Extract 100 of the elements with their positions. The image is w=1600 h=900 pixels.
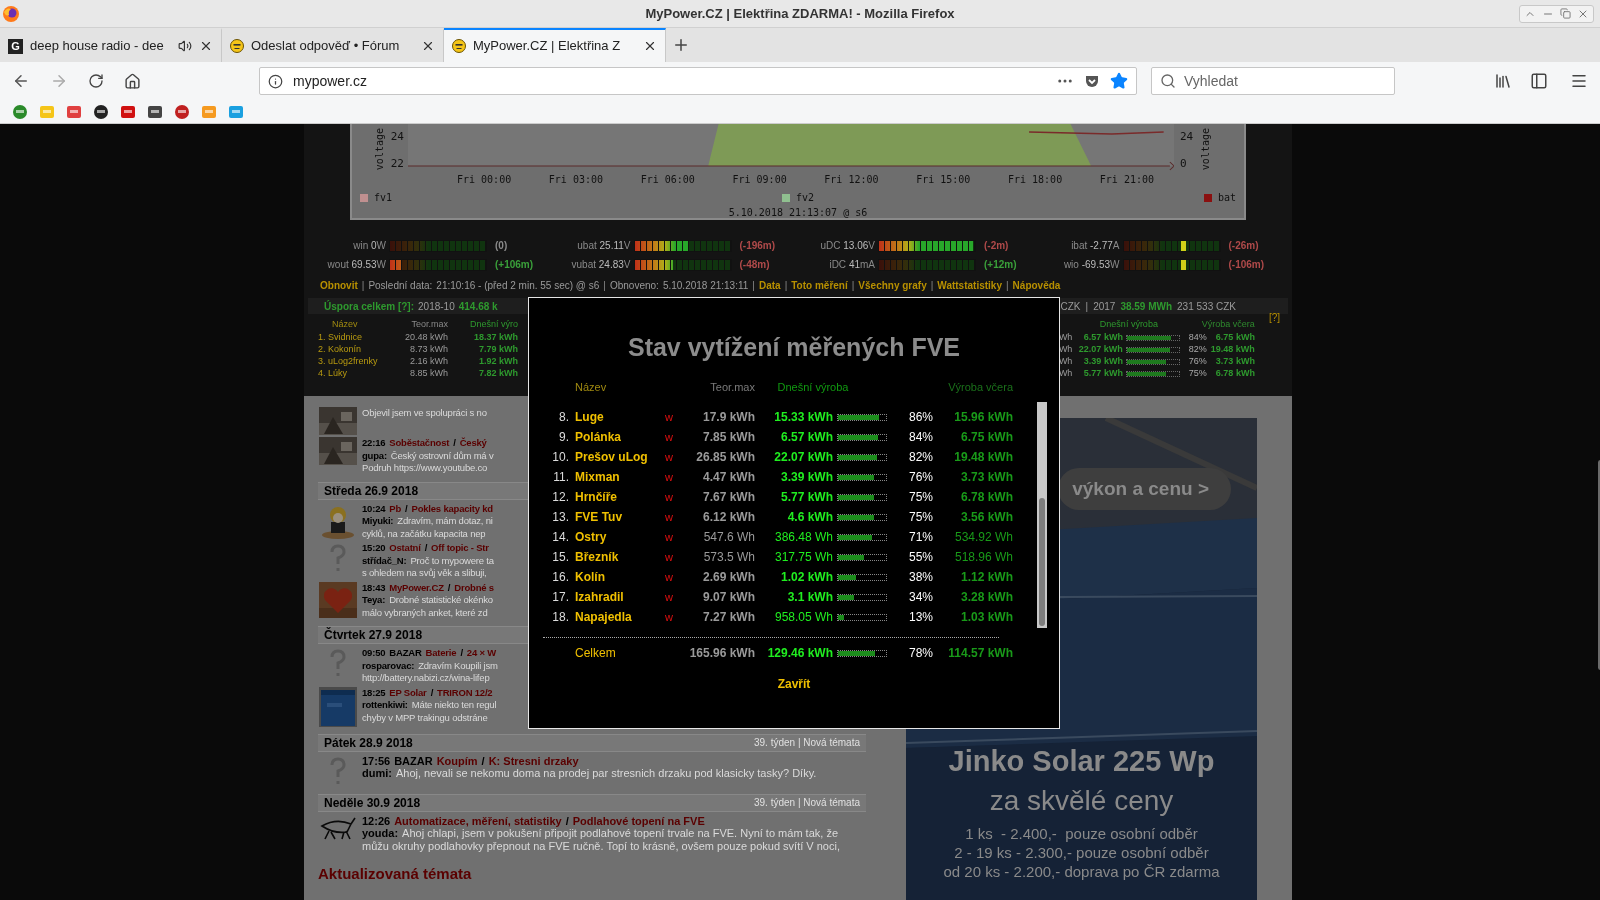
link-separator: / [424,542,428,555]
plant-name[interactable]: Prešov uLog [575,448,665,466]
ad-title: Jinko Solar 225 Wp [948,744,1215,779]
table-cell-text: 78% [907,645,933,662]
firefox-logo-icon [2,4,20,23]
bookmark-star-icon[interactable] [1110,72,1128,90]
column-header: Dnešní výro [468,318,518,331]
meter-delta: (-106m) [1228,258,1265,272]
table-cell-text: 55% [907,549,933,566]
table-cell-text: 6.78 kWh [959,489,1013,506]
plant-name[interactable]: Březník [575,548,665,566]
search-input[interactable]: Vyhledat [1184,70,1386,92]
plant-name[interactable]: Polánka [575,428,665,446]
post-excerpt: Zdravím, mám dotaz, ni [397,515,493,528]
page-link[interactable]: Nápověda [1012,278,1061,293]
table-cell-text: 547.6 Wh [702,529,755,546]
table-cell-text: 1.03 kWh [959,609,1013,626]
close-tab-icon[interactable] [643,39,657,53]
bookmark-icon[interactable] [147,103,163,120]
smiley-icon [452,39,466,53]
plant-name[interactable]: Napajedla [575,608,665,626]
table-cell-text: 26.85 kWh [695,449,755,466]
tab-favicon: G [8,38,23,54]
post-excerpt: Český ostrovní dům má v [390,449,494,462]
meter-reading: iDC 41mA [828,258,875,272]
page-link[interactable]: Obnovit [320,278,358,293]
browser-tab[interactable]: MyPower.CZ | Elektřina Z [444,28,666,62]
post-excerpt: Proč to mypowere ta [410,554,494,567]
table-cell-text: 6.75 kWh [959,429,1013,446]
menu-icon[interactable] [1570,72,1588,90]
table-cell-text: 958.05 Wh [773,609,833,626]
post-author: rottenkiwi: [362,699,408,712]
plant-name[interactable]: Luge [575,408,665,426]
table-cell-text: 9.07 kWh [701,589,755,606]
table-cell-text: 3.39 kWh [779,469,833,486]
table-cell-text: 129.46 kWh [766,645,833,662]
day-links[interactable]: 39. týden | Nová témata [754,795,860,810]
plant-name[interactable]: Izahradil [575,588,665,606]
home-icon[interactable] [124,72,141,90]
graph-timestamp: 5.10.2018 21:13:07 @ s6 [728,207,868,219]
reload-icon[interactable] [88,73,104,89]
day-label: Středa 26.9 2018 [324,482,419,500]
plant-marker: w [665,409,674,425]
axis-tick: 0 [1180,155,1188,172]
tab-label: MyPower.CZ | Elektřina Z [473,37,621,56]
table-cell-text: Wh [1058,367,1074,380]
page-link[interactable]: Všechny grafy [858,278,927,293]
post-excerpt: málo vybraných anket, které zd [362,606,489,619]
info-icon[interactable] [268,73,283,89]
bookmark-icon[interactable] [93,103,109,120]
axis-label: voltage [1201,127,1212,170]
post-excerpt: s ohledem na svůj věk a slibuji, [362,567,488,580]
axis-tick: Fri 09:00 [732,173,787,187]
link-separator: | [361,279,365,293]
back-icon[interactable] [12,72,30,90]
page-link[interactable]: Wattstatistiky [937,278,1002,293]
plant-name[interactable]: Ostry [575,528,665,546]
rank-number: 13. [551,509,570,526]
plant-name[interactable]: Hrnčíře [575,488,665,506]
close-tab-icon[interactable] [199,39,213,53]
pocket-icon[interactable] [1084,73,1100,89]
url-field[interactable]: mypower.cz [259,67,1137,95]
sidebar-icon[interactable] [1530,72,1548,90]
search-field[interactable]: Vyhledat [1151,67,1395,95]
plant-name[interactable]: Mixman [575,468,665,486]
savings-text[interactable]: Úspora celkem [?]: [324,298,415,314]
table-cell-text: 19.48 kWh [953,449,1013,466]
close-tab-icon[interactable] [421,39,435,53]
plant-name[interactable]: Kolín [575,568,665,586]
plant-name[interactable]: FVE Tuv [575,508,665,526]
page-link[interactable]: Data [758,278,781,293]
table-cell-text: 386.48 Wh [773,529,833,546]
forum-prefix: BAZAR [394,754,433,767]
link-separator: / [460,647,463,660]
column-header: Název [331,318,359,331]
help-link[interactable]: [?] [1268,310,1280,325]
library-icon[interactable] [1494,72,1512,90]
scrollbar[interactable] [1037,402,1047,628]
smiley-icon [230,39,244,53]
post-author: rosparovac: [362,659,415,672]
day-links[interactable]: 39. týden | Nová témata [754,735,860,750]
meter-delta: (0) [495,239,508,253]
link-separator: / [447,581,451,594]
table-cell-text: 8.85 kWh [408,367,448,380]
axis-tick: Fri 03:00 [548,173,603,187]
plant-marker: w [665,609,674,625]
plant-marker: w [665,429,674,445]
page-link[interactable]: Toto měření [791,278,848,293]
price-line: od 20 ks - 2.200,- doprava po ČR zdarma [943,861,1220,881]
axis-tick: Fri 18:00 [1007,173,1063,187]
table-cell-text: 75% [907,509,933,526]
post-time: 18:25 [362,686,386,699]
table-cell-text: 7.27 kWh [701,609,755,626]
new-tab-icon[interactable] [672,36,690,54]
axis-label: voltage [374,127,385,170]
close-link[interactable]: Zavřít [777,675,811,693]
restore-icon[interactable] [1560,8,1571,19]
day-label: Neděle 30.9 2018 [324,794,421,812]
speaker-icon[interactable] [178,39,192,53]
table-cell-text: 34% [907,589,933,606]
